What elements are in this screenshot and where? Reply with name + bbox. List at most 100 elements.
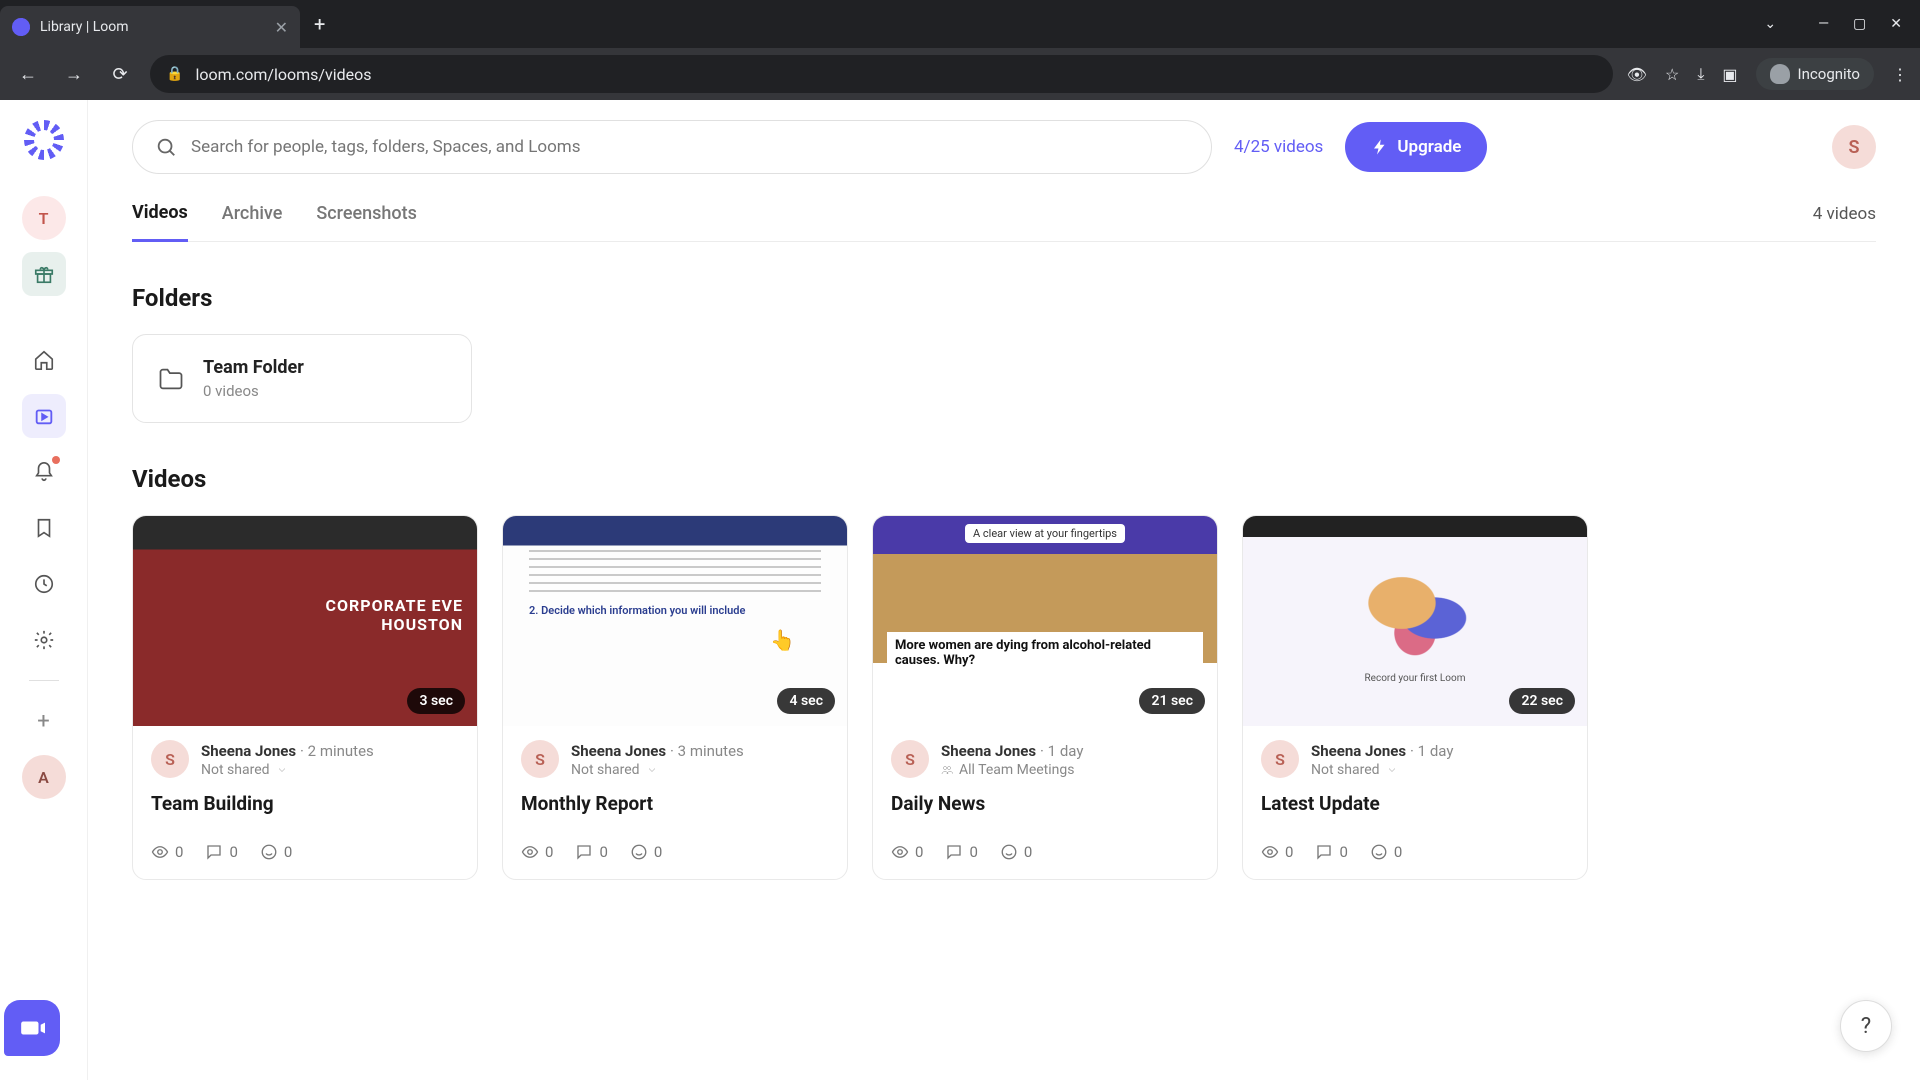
help-button[interactable]: ?	[1840, 1000, 1892, 1052]
browser-tab[interactable]: Library | Loom ✕	[0, 6, 300, 48]
share-status[interactable]: All Team Meetings	[941, 762, 1083, 778]
folder-count: 0 videos	[203, 382, 304, 400]
user-avatar[interactable]: S	[1832, 125, 1876, 169]
maximize-icon[interactable]: ▢	[1853, 16, 1866, 32]
author-name: Sheena Jones	[201, 742, 296, 760]
author-avatar[interactable]: S	[521, 740, 559, 778]
new-tab-button[interactable]: +	[300, 12, 339, 36]
lock-icon: 🔒	[166, 66, 183, 82]
reactions-stat: 0	[630, 843, 662, 861]
close-window-icon[interactable]: ✕	[1890, 16, 1902, 32]
reactions-stat: 0	[1370, 843, 1402, 861]
video-card[interactable]: Record your first Loom 22 sec S Sheena J…	[1242, 515, 1588, 880]
rail-divider	[29, 680, 59, 681]
eye-icon	[521, 843, 539, 861]
eye-off-icon[interactable]: 👁	[1627, 65, 1647, 84]
share-status[interactable]: Not shared	[1311, 762, 1453, 778]
smile-icon	[630, 843, 648, 861]
share-status[interactable]: Not shared	[201, 762, 374, 778]
share-status[interactable]: Not shared	[571, 762, 744, 778]
duration-badge: 22 sec	[1509, 688, 1575, 714]
chevron-down-icon	[1386, 764, 1398, 776]
content-tabs: Videos Archive Screenshots 4 videos	[132, 202, 1876, 242]
minimize-icon[interactable]: —	[1818, 16, 1829, 32]
left-rail: T + A	[0, 100, 88, 1080]
notifications-icon[interactable]	[22, 450, 66, 494]
videos-heading: Videos	[132, 465, 1876, 493]
downloads-icon[interactable]: ⤓	[1697, 64, 1704, 84]
video-title: Daily News	[891, 792, 1199, 815]
video-card[interactable]: 3 sec S Sheena Jones · 2 minutes Not sha…	[132, 515, 478, 880]
loom-logo-icon[interactable]	[24, 120, 64, 160]
author-avatar[interactable]: S	[151, 740, 189, 778]
eye-icon	[151, 843, 169, 861]
library-icon[interactable]	[22, 394, 66, 438]
panel-icon[interactable]: ▣	[1722, 65, 1737, 84]
home-icon[interactable]	[22, 338, 66, 382]
folder-name: Team Folder	[203, 357, 304, 378]
bookmark-star-icon[interactable]: ☆	[1665, 65, 1679, 84]
workspace-avatar[interactable]: T	[22, 196, 66, 240]
space-avatar-a[interactable]: A	[22, 755, 66, 799]
chevron-down-icon	[646, 764, 658, 776]
video-thumbnail[interactable]: A clear view at your fingertips More wome…	[873, 516, 1217, 726]
search-input[interactable]	[191, 137, 1189, 157]
comment-icon	[945, 843, 963, 861]
author-name: Sheena Jones	[941, 742, 1036, 760]
video-title: Latest Update	[1261, 792, 1569, 815]
upgrade-label: Upgrade	[1397, 137, 1461, 157]
views-stat: 0	[891, 843, 923, 861]
video-quota[interactable]: 4/25 videos	[1234, 137, 1323, 157]
video-thumbnail[interactable]: 4 sec	[503, 516, 847, 726]
video-thumbnail[interactable]: Record your first Loom 22 sec	[1243, 516, 1587, 726]
tab-screenshots[interactable]: Screenshots	[316, 203, 417, 240]
video-thumbnail[interactable]: 3 sec	[133, 516, 477, 726]
duration-badge: 3 sec	[407, 688, 465, 714]
favicon-icon	[12, 18, 30, 36]
add-space-button[interactable]: +	[22, 699, 66, 743]
address-bar[interactable]: 🔒 loom.com/looms/videos	[150, 55, 1613, 93]
back-button[interactable]: ←	[12, 58, 44, 90]
gift-icon[interactable]	[22, 252, 66, 296]
views-stat: 0	[521, 843, 553, 861]
duration-badge: 21 sec	[1139, 688, 1205, 714]
history-icon[interactable]	[22, 562, 66, 606]
thumb-banner: A clear view at your fingertips	[965, 524, 1125, 543]
tab-overflow-icon[interactable]: ⌄	[1764, 16, 1776, 32]
video-card[interactable]: 4 sec S Sheena Jones · 3 minutes Not sha…	[502, 515, 848, 880]
incognito-badge[interactable]: Incognito	[1756, 58, 1874, 90]
kebab-menu-icon[interactable]: ⋮	[1892, 65, 1908, 84]
tab-videos[interactable]: Videos	[132, 202, 188, 242]
eye-icon	[891, 843, 909, 861]
video-card[interactable]: A clear view at your fingertips More wome…	[872, 515, 1218, 880]
time-ago: · 3 minutes	[670, 742, 744, 760]
smile-icon	[260, 843, 278, 861]
browser-tab-strip: Library | Loom ✕ + ⌄ — ▢ ✕	[0, 0, 1920, 48]
main-content: 4/25 videos Upgrade S Videos Archive Scr…	[88, 100, 1920, 1080]
url-text: loom.com/looms/videos	[195, 65, 371, 84]
author-avatar[interactable]: S	[891, 740, 929, 778]
folder-card[interactable]: Team Folder 0 videos	[132, 334, 472, 423]
window-controls: ⌄ — ▢ ✕	[1764, 16, 1920, 32]
folders-heading: Folders	[132, 284, 1876, 312]
search-input-wrapper[interactable]	[132, 120, 1212, 174]
browser-toolbar: ← → ⟳ 🔒 loom.com/looms/videos 👁 ☆ ⤓ ▣ In…	[0, 48, 1920, 100]
settings-icon[interactable]	[22, 618, 66, 662]
thumb-headline: More women are dying from alcohol-relate…	[887, 632, 1203, 674]
smile-icon	[1000, 843, 1018, 861]
tab-archive[interactable]: Archive	[222, 203, 283, 240]
forward-button[interactable]: →	[58, 58, 90, 90]
views-stat: 0	[151, 843, 183, 861]
comments-stat: 0	[1315, 843, 1347, 861]
reload-button[interactable]: ⟳	[104, 58, 136, 90]
comment-icon	[205, 843, 223, 861]
close-tab-icon[interactable]: ✕	[275, 18, 288, 37]
bookmark-icon[interactable]	[22, 506, 66, 550]
views-stat: 0	[1261, 843, 1293, 861]
reactions-stat: 0	[1000, 843, 1032, 861]
comments-stat: 0	[575, 843, 607, 861]
author-avatar[interactable]: S	[1261, 740, 1299, 778]
comments-stat: 0	[205, 843, 237, 861]
upgrade-button[interactable]: Upgrade	[1345, 122, 1487, 172]
record-button[interactable]	[4, 1000, 60, 1056]
